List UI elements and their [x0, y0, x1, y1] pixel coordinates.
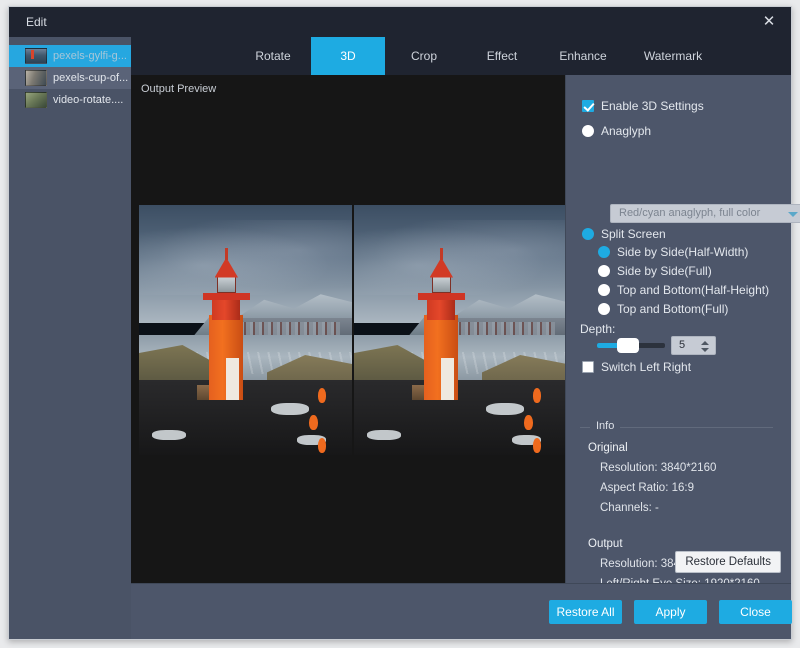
file-name: pexels-cup-of...	[53, 72, 128, 84]
info-original-channels: Channels: -	[600, 502, 659, 514]
info-original-resolution: Resolution: 3840*2160	[600, 462, 716, 474]
tab-3d[interactable]: 3D	[311, 37, 385, 75]
checkbox-icon	[582, 100, 594, 112]
list-item[interactable]: video-rotate....	[9, 89, 131, 111]
enable-3d-settings-label: Enable 3D Settings	[601, 99, 704, 113]
stepper-down-icon[interactable]	[701, 348, 709, 352]
depth-label: Depth:	[580, 322, 615, 336]
anaglyph-label: Anaglyph	[601, 124, 651, 138]
tab-effect[interactable]: Effect	[463, 37, 541, 75]
split-option-top-bottom-half-height[interactable]: Top and Bottom(Half-Height)	[598, 281, 769, 299]
split-option-label: Top and Bottom(Full)	[617, 302, 728, 316]
anaglyph-radio[interactable]: Anaglyph	[582, 122, 651, 140]
restore-defaults-button[interactable]: Restore Defaults	[675, 551, 781, 573]
checkbox-icon	[582, 361, 594, 373]
file-thumbnail	[25, 70, 47, 86]
preview-left-eye	[139, 205, 352, 455]
file-thumbnail	[25, 48, 47, 64]
depth-slider-handle[interactable]	[617, 338, 639, 353]
radio-icon	[598, 265, 610, 277]
anaglyph-mode-select[interactable]: Red/cyan anaglyph, full color	[610, 204, 800, 223]
split-screen-label: Split Screen	[601, 227, 666, 241]
anaglyph-mode-value: Red/cyan anaglyph, full color	[619, 207, 760, 219]
file-name: pexels-gylfi-g...	[53, 50, 127, 62]
close-button[interactable]: Close	[719, 600, 792, 624]
switch-left-right-checkbox[interactable]: Switch Left Right	[582, 358, 691, 376]
split-screen-radio[interactable]: Split Screen	[582, 225, 666, 243]
split-option-side-by-side-half-width[interactable]: Side by Side(Half-Width)	[598, 243, 748, 261]
output-preview-area: Output Preview	[131, 75, 565, 583]
file-name: video-rotate....	[53, 94, 123, 106]
list-item[interactable]: pexels-cup-of...	[9, 67, 131, 89]
title-bar: Edit ✕	[9, 7, 791, 37]
close-icon[interactable]: ✕	[747, 7, 791, 37]
tab-rotate[interactable]: Rotate	[235, 37, 311, 75]
split-option-label: Side by Side(Full)	[617, 264, 712, 278]
depth-stepper[interactable]: 5	[671, 336, 716, 355]
radio-icon	[582, 125, 594, 137]
info-original-heading: Original	[588, 442, 628, 454]
settings-panel: Enable 3D Settings Anaglyph Red/cyan ana…	[565, 75, 791, 583]
radio-icon	[598, 303, 610, 315]
depth-slider-fill	[597, 343, 619, 348]
stepper-up-icon[interactable]	[701, 341, 709, 345]
info-original-aspect: Aspect Ratio: 16:9	[600, 482, 694, 494]
radio-icon	[582, 228, 594, 240]
tab-bar: Rotate 3D Crop Effect Enhance Watermark	[131, 37, 791, 75]
info-output-heading: Output	[588, 538, 623, 550]
switch-left-right-label: Switch Left Right	[601, 360, 691, 374]
restore-all-button[interactable]: Restore All	[549, 600, 622, 624]
preview-label: Output Preview	[141, 83, 216, 95]
list-item[interactable]: pexels-gylfi-g...	[9, 45, 131, 67]
tab-crop[interactable]: Crop	[385, 37, 463, 75]
file-list-sidebar: pexels-gylfi-g... pexels-cup-of... video…	[9, 37, 131, 639]
depth-value: 5	[679, 339, 685, 351]
split-option-top-bottom-full[interactable]: Top and Bottom(Full)	[598, 300, 728, 318]
depth-slider[interactable]	[597, 343, 665, 348]
apply-button[interactable]: Apply	[634, 600, 707, 624]
enable-3d-settings-checkbox[interactable]: Enable 3D Settings	[582, 97, 704, 115]
split-option-label: Top and Bottom(Half-Height)	[617, 283, 769, 297]
tab-watermark[interactable]: Watermark	[625, 37, 721, 75]
edit-dialog: Edit ✕ pexels-gylfi-g... pexels-cup-of..…	[8, 6, 792, 640]
split-option-label: Side by Side(Half-Width)	[617, 245, 748, 259]
split-screen-preview	[139, 205, 567, 455]
file-thumbnail	[25, 92, 47, 108]
info-legend: Info	[590, 420, 620, 432]
window-title: Edit	[26, 15, 47, 29]
radio-icon	[598, 284, 610, 296]
dialog-footer: Restore All Apply Close	[131, 583, 791, 639]
chevron-down-icon	[788, 212, 798, 217]
tab-enhance[interactable]: Enhance	[541, 37, 625, 75]
preview-right-eye	[354, 205, 567, 455]
split-option-side-by-side-full[interactable]: Side by Side(Full)	[598, 262, 712, 280]
radio-icon	[598, 246, 610, 258]
